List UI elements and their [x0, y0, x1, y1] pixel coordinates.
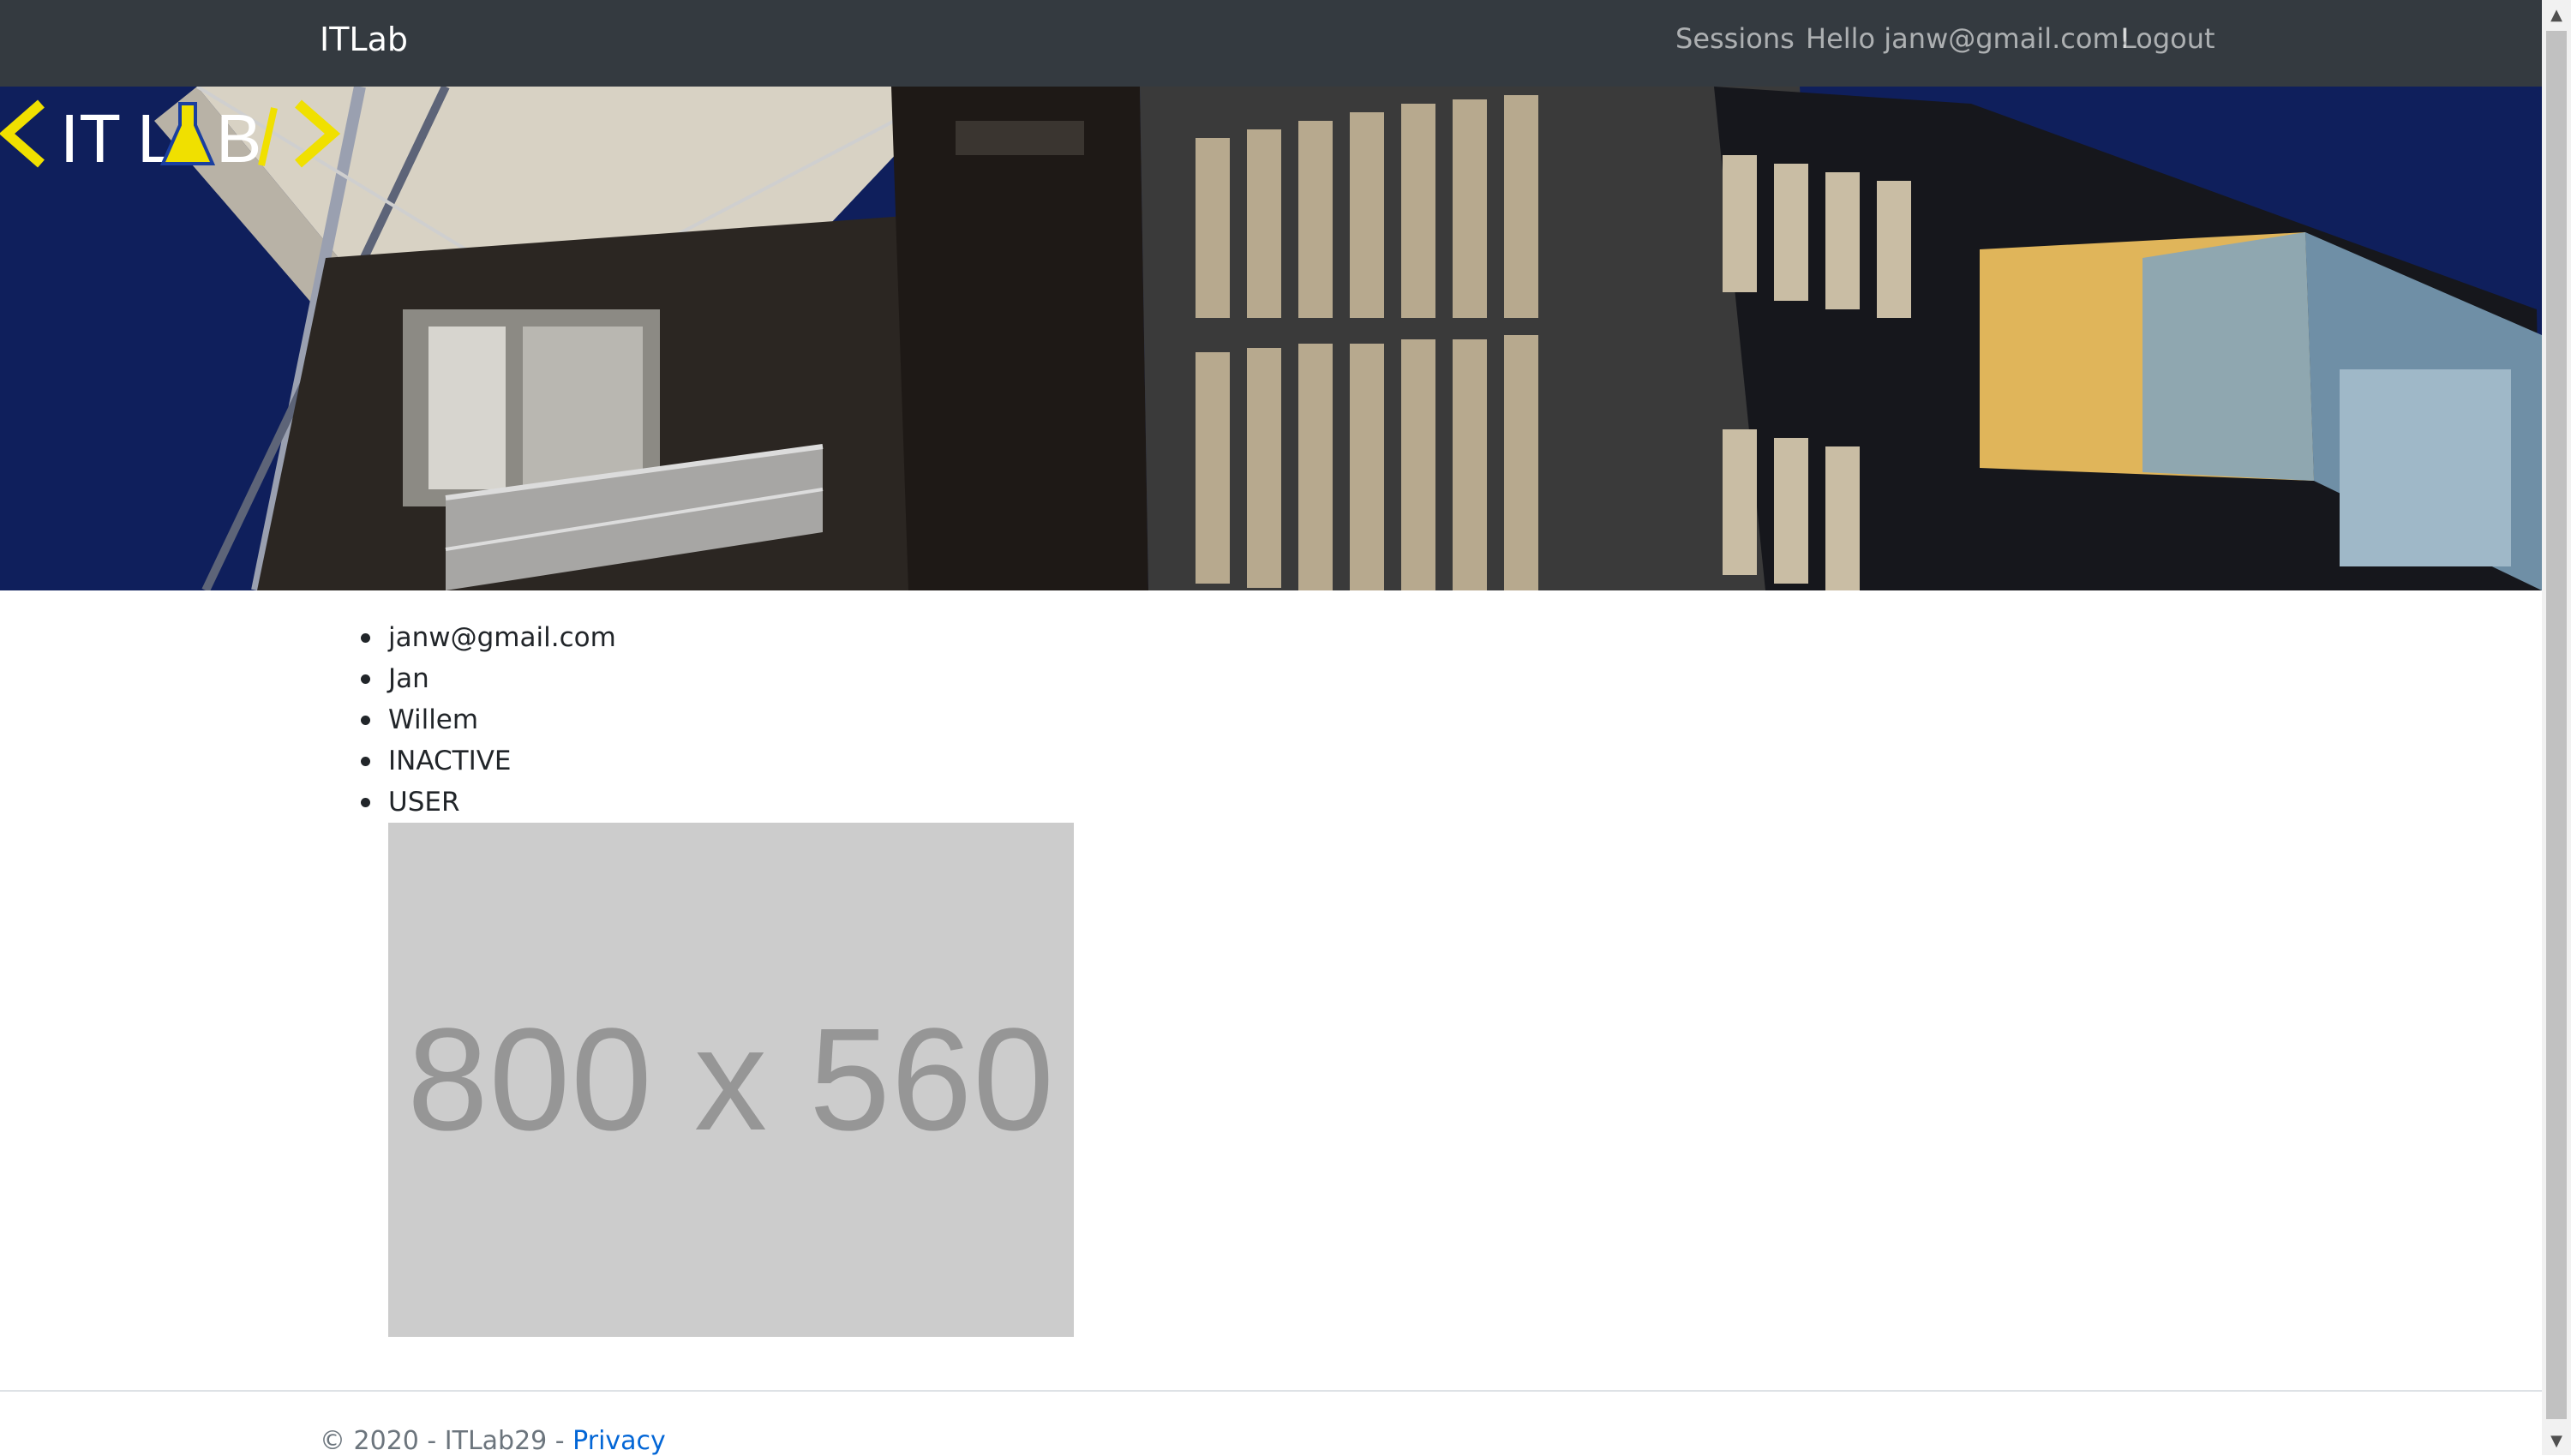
- user-status: INACTIVE: [320, 740, 1348, 782]
- scroll-down-arrow-icon[interactable]: ▼: [2542, 1426, 2571, 1455]
- nav-sessions-link[interactable]: Sessions: [1675, 19, 1795, 58]
- vertical-scrollbar[interactable]: ▲ ▼: [2542, 0, 2571, 1455]
- itlab-logo: IT L B: [0, 99, 341, 177]
- privacy-link[interactable]: Privacy: [572, 1426, 666, 1456]
- nav-user-greeting-link[interactable]: Hello janw@gmail.com!: [1806, 19, 2130, 58]
- user-first-name: Jan: [320, 658, 1348, 699]
- building-photo: [0, 87, 2542, 590]
- brand-link[interactable]: ITLab: [320, 15, 408, 63]
- user-email: janw@gmail.com: [320, 617, 1348, 658]
- placeholder-size-label: 800 x 560: [407, 998, 1055, 1161]
- svg-text:IT: IT: [60, 100, 121, 177]
- user-info-list: janw@gmail.com Jan Willem INACTIVE USER: [320, 617, 1348, 823]
- user-last-name: Willem: [320, 699, 1348, 740]
- user-role: USER: [320, 782, 1348, 823]
- footer-copyright: © 2020 - ITLab29 -: [320, 1426, 573, 1456]
- hero-banner: IT L B: [0, 87, 2542, 590]
- svg-text:B: B: [216, 100, 261, 177]
- profile-image-placeholder: 800 x 560: [388, 823, 1074, 1337]
- scroll-thumb[interactable]: [2546, 31, 2567, 1419]
- footer-text: © 2020 - ITLab29 - Privacy: [320, 1426, 666, 1456]
- scroll-up-arrow-icon[interactable]: ▲: [2542, 0, 2571, 29]
- page-footer: © 2020 - ITLab29 - Privacy: [0, 1390, 2542, 1456]
- nav-logout-link[interactable]: Logout: [2121, 19, 2215, 58]
- top-navbar: ITLab Sessions Hello janw@gmail.com! Log…: [0, 0, 2542, 87]
